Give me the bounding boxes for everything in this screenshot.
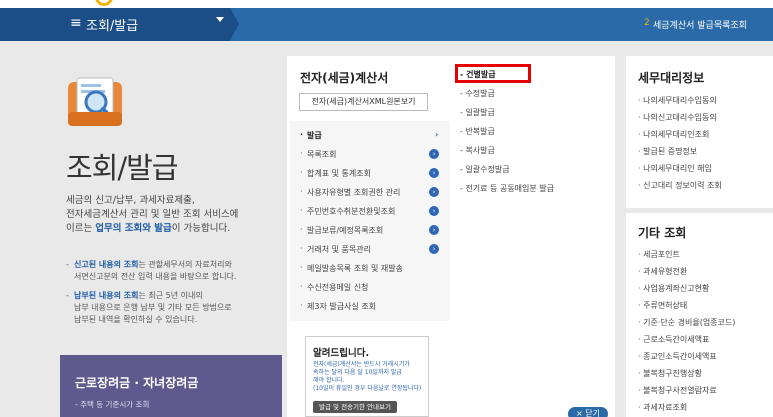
tax-agent-item[interactable]: · 나의신고대리수임동의 [638, 112, 717, 123]
deadline-guide-button[interactable]: 발급 및 전송기한 안내보기 [313, 401, 397, 413]
note-paid: 납부된 내용의 조회는 최근 5년 이내의 납부 내용으로 은행 납부 및 기타… [66, 290, 276, 326]
breadcrumb[interactable]: 세금계산서 발급목록조회 [653, 18, 747, 31]
menu-item-pending[interactable]: · 발급보류/예정목록조회 › [300, 225, 445, 239]
page-description: 세금의 신고/납부, 과세자료제출, 전자세금계산서 관리 및 일반 조회 서비… [66, 195, 239, 234]
menu-item-partners[interactable]: · 거래처 및 품목관리 › [300, 244, 445, 258]
breadcrumb-number: 2 [644, 18, 650, 28]
hamburger-icon[interactable]: ≡ [70, 15, 82, 31]
submenu-item-repeat-issue[interactable]: - 반복발급 [460, 126, 495, 140]
menu-item-receive-mail[interactable]: · 수신전용메일 신청 [300, 282, 445, 296]
tax-agent-item[interactable]: · 나의세무대리수임동의 [638, 95, 717, 106]
incentive-item[interactable]: - 주택 등 기준시가 조회 [75, 399, 149, 410]
tax-agent-item[interactable]: · 나의세무대리인 해임 [638, 163, 712, 174]
einvoice-title: 전자(세금)계산서 [300, 71, 389, 85]
etc-item[interactable]: · 불복청구진행상황 [638, 368, 702, 379]
xml-view-button[interactable]: 전자(세금)계산서XML원본보기 [299, 93, 428, 111]
chevron-right-icon: › [435, 130, 439, 139]
submenu-item-copy-issue[interactable]: - 복사발급 [460, 145, 495, 159]
arrow-right-icon[interactable]: › [429, 244, 439, 254]
etc-item[interactable]: · 종교인소득간이세액표 [638, 351, 717, 362]
notice-title: 알려드립니다. [313, 348, 370, 359]
close-button[interactable]: × 닫기 [568, 407, 608, 417]
magnifier-document-icon [68, 77, 122, 126]
menu-item-resident-no[interactable]: · 주민번호수취분전환및조회 › [300, 206, 445, 220]
submenu-item-joint-purchase[interactable]: - 전기료 등 공동매입분 발급 [460, 183, 554, 197]
tax-agent-item[interactable]: · 신고대리 정보이력 조회 [638, 180, 722, 191]
page-title: 조회/발급 [66, 151, 178, 185]
etc-item[interactable]: · 근로소득간이세액표 [638, 334, 709, 345]
submenu-item-amend-issue[interactable]: - 수정발급 [460, 88, 495, 102]
tax-agent-title: 세무대리정보 [638, 71, 705, 85]
arrow-right-icon[interactable]: › [429, 149, 439, 159]
menu-item-third-party[interactable]: · 제3자 발급사실 조회 [300, 301, 445, 315]
etc-item[interactable]: · 불복청구사전열람자료 [638, 385, 717, 396]
arrow-right-icon[interactable]: › [429, 225, 439, 235]
top-strip [0, 0, 773, 8]
highlight-box [455, 64, 531, 83]
note-filed: 신고된 내용의 조회는 관할세무서의 자료처리와 서면신고분의 전산 입력 내용… [66, 259, 276, 283]
etc-item[interactable]: · 기준·단순 경비율(업종코드) [638, 317, 735, 328]
etc-item[interactable]: · 과세유형전환 [638, 266, 687, 277]
incentive-title[interactable]: 근로장려금 · 자녀장려금 [75, 374, 198, 391]
menu-item-summary[interactable]: · 합계표 및 통계조회 › [300, 168, 445, 182]
etc-item[interactable]: · 사업용계좌신고현황 [638, 283, 709, 294]
tax-agent-item[interactable]: · 발급된 증명정보 [638, 146, 697, 157]
menu-item-mail-resend[interactable]: · 메일발송목록 조회 및 재발송 [300, 263, 445, 277]
etc-item[interactable]: · 주류면허상태 [638, 300, 687, 311]
submenu-item-bulk-amend[interactable]: - 일괄수정발급 [460, 164, 510, 178]
tax-agent-item[interactable]: · 나의세무대리인조회 [638, 129, 709, 140]
menu-selector-arrow [230, 8, 239, 40]
etc-title: 기타 조회 [638, 226, 687, 240]
menu-item-permissions[interactable]: · 사용자유형별 조회권한 관리 › [300, 187, 445, 201]
arrow-right-icon[interactable]: › [429, 187, 439, 197]
etc-item[interactable]: · 과세자료조회 [638, 402, 687, 413]
chevron-down-icon[interactable] [216, 17, 224, 22]
menu-title[interactable]: 조회/발급 [86, 15, 138, 34]
menu-item-issue[interactable]: · 발급 › [300, 130, 445, 144]
arrow-right-icon[interactable]: › [429, 168, 439, 178]
menu-item-list[interactable]: · 목록조회 › [300, 149, 445, 163]
etc-item[interactable]: · 세금포인트 [638, 249, 680, 260]
submenu-item-bulk-issue[interactable]: - 일괄발급 [460, 107, 495, 121]
notice-body: 전자(세금)계산서는 반드시 거래시기가 속하는 달의 다음 달 10일까지 발… [313, 361, 422, 392]
arrow-right-icon[interactable]: › [429, 206, 439, 216]
